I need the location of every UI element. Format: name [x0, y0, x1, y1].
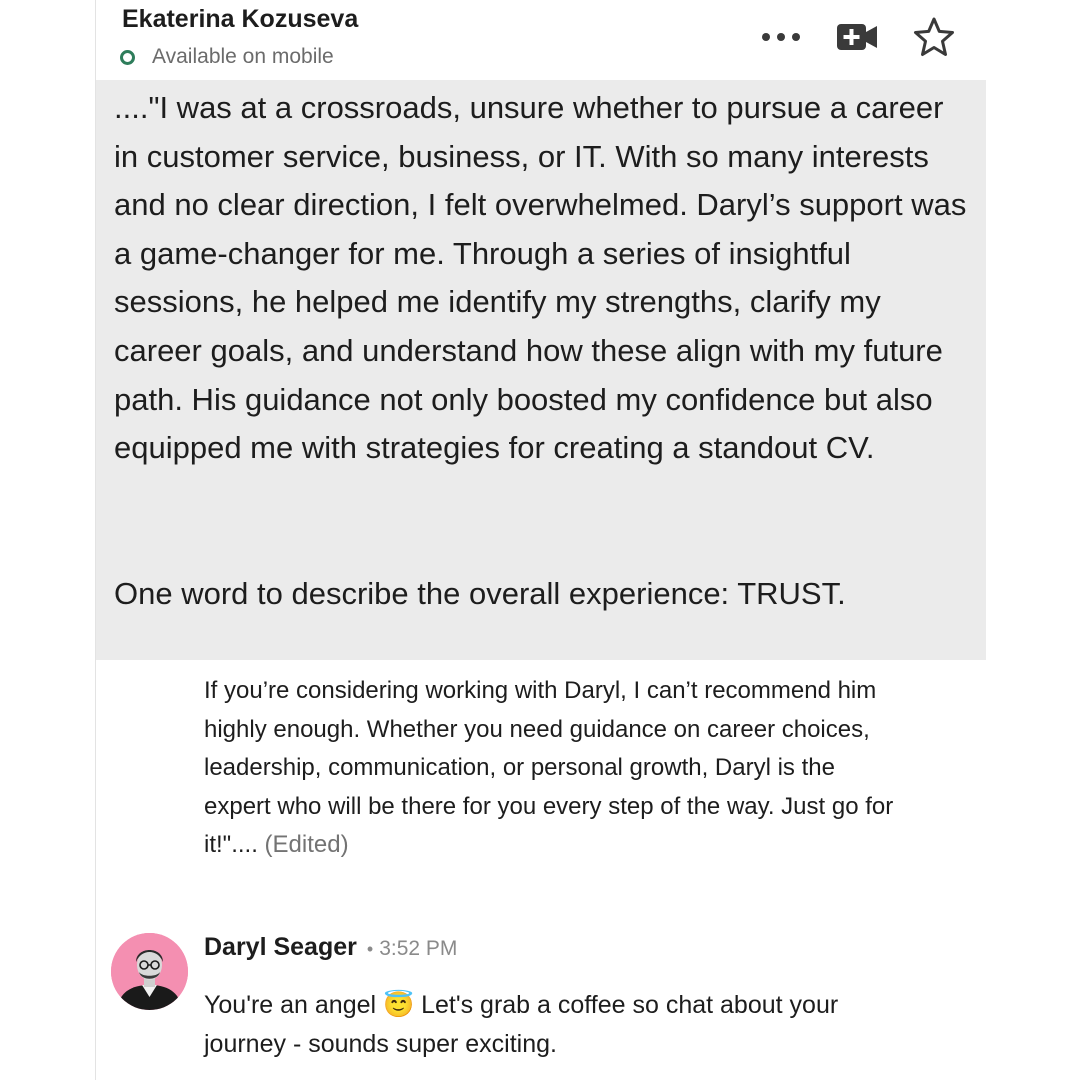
sender-name[interactable]: Daryl Seager — [204, 933, 357, 962]
message-timestamp[interactable]: 3:52 PM — [379, 937, 457, 961]
presence-status: Available on mobile — [120, 45, 334, 69]
separator-dot: • — [366, 939, 374, 959]
presence-status-text: Available on mobile — [152, 45, 334, 68]
presence-dot-icon — [120, 49, 135, 65]
chat-header: Ekaterina Kozuseva Available on mobile — [96, 0, 986, 80]
message-body: If you’re considering working with Daryl… — [204, 672, 894, 865]
quoted-message-text: ...."I was at a crossroads, unsure wheth… — [114, 90, 967, 466]
contact-name[interactable]: Ekaterina Kozuseva — [122, 5, 358, 34]
avatar[interactable] — [111, 933, 188, 1010]
reply-message-text: You're an angel 😇 Let's grab a coffee so… — [204, 991, 839, 1058]
person-portrait-icon — [111, 933, 188, 1010]
quoted-message: ...."I was at a crossroads, unsure wheth… — [96, 80, 986, 660]
quoted-message-summary: One word to describe the overall experie… — [114, 576, 846, 611]
header-actions — [760, 16, 956, 58]
video-plus-icon[interactable] — [836, 22, 878, 52]
message-header: Daryl Seager • 3:52 PM — [204, 933, 457, 962]
ellipsis-icon[interactable] — [760, 31, 802, 43]
star-outline-icon[interactable] — [912, 16, 956, 58]
edited-label: (Edited) — [264, 831, 349, 859]
